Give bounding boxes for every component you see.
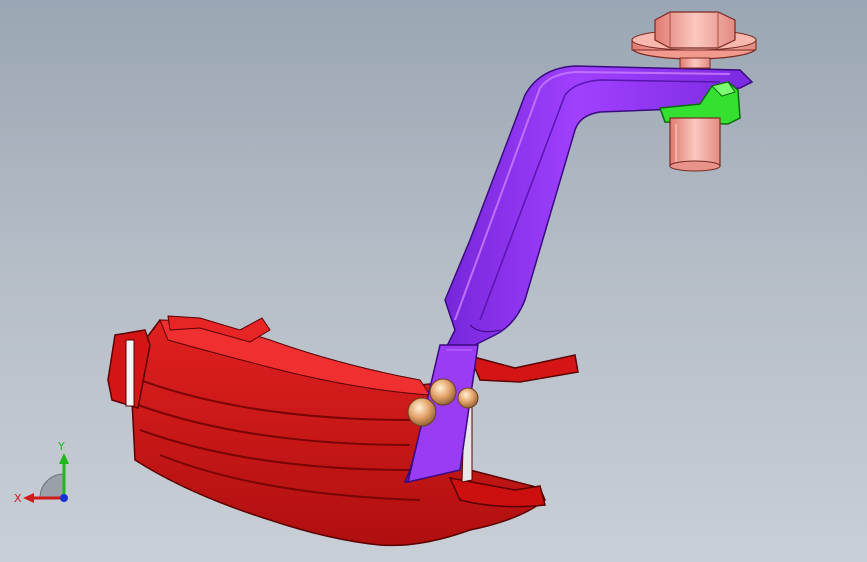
clamp-body[interactable] [107, 315, 579, 547]
cad-model-view[interactable] [0, 0, 867, 562]
triad-plane-icon [39, 473, 65, 499]
3d-viewport[interactable]: Y X [0, 0, 867, 562]
x-axis-arrow-icon [23, 493, 34, 503]
x-axis-label: X [14, 492, 22, 505]
coordinate-triad: Y X [14, 440, 69, 505]
y-axis-arrow-icon [59, 453, 69, 464]
y-axis-label: Y [57, 440, 65, 453]
z-axis-icon [60, 494, 68, 502]
